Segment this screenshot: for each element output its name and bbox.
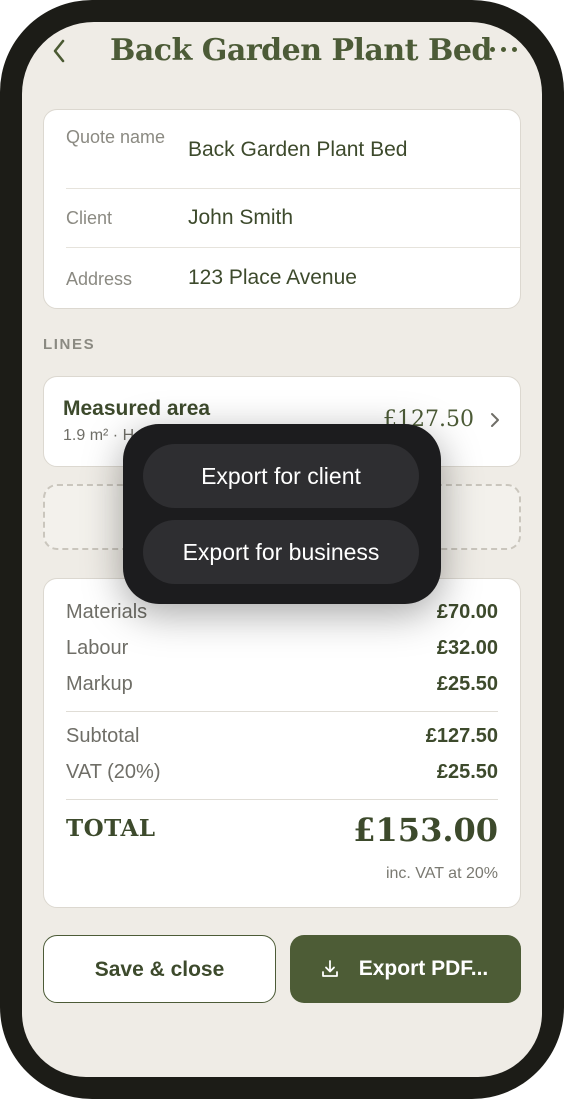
vat-value: £25.50 — [436, 761, 498, 783]
vat-label: VAT (20%) — [66, 761, 161, 783]
subtotal-row: Subtotal £127.50 — [66, 725, 498, 751]
export-client-option[interactable]: Export for client — [143, 444, 419, 508]
divider — [66, 711, 498, 712]
page-title: Back Garden Plant Bed — [110, 33, 492, 68]
vat-row: VAT (20%) £25.50 — [66, 761, 498, 787]
divider — [66, 799, 498, 800]
materials-value: £70.00 — [436, 601, 498, 623]
client-value[interactable]: John Smith — [188, 206, 293, 230]
total-value: £153.00 — [353, 811, 498, 849]
export-business-option[interactable]: Export for business — [143, 520, 419, 584]
labour-label: Labour — [66, 637, 129, 659]
subtotal-value: £127.50 — [425, 725, 498, 747]
quote-details-card: Quote name Back Garden Plant Bed Client … — [43, 109, 521, 309]
screen: Back Garden Plant Bed Quote name Back Ga… — [22, 22, 542, 1077]
chevron-left-icon[interactable] — [48, 36, 70, 66]
materials-row: Materials £70.00 — [66, 601, 498, 627]
save-close-label: Save & close — [94, 958, 225, 981]
client-row[interactable]: Client John Smith — [44, 189, 520, 247]
labour-row: Labour £32.00 — [66, 637, 498, 663]
labour-value: £32.00 — [436, 637, 498, 659]
address-label: Address — [66, 269, 133, 289]
export-pdf-label: Export PDF... — [358, 957, 489, 980]
ellipsis-icon[interactable] — [488, 44, 520, 56]
chevron-right-icon — [490, 411, 500, 429]
address-row[interactable]: Address 123 Place Avenue — [44, 248, 520, 308]
device-frame: Back Garden Plant Bed Quote name Back Ga… — [0, 0, 564, 1099]
quote-name-label: Quote name — [66, 127, 166, 147]
materials-label: Materials — [66, 601, 148, 623]
line-subtitle: 1.9 m² · H — [63, 427, 135, 444]
export-menu: Export for client Export for business — [123, 424, 441, 604]
save-close-button[interactable]: Save & close — [43, 935, 276, 1003]
markup-label: Markup — [66, 673, 133, 695]
client-label: Client — [66, 208, 113, 228]
vat-note: inc. VAT at 20% — [385, 865, 498, 882]
lines-section-label: LINES — [43, 336, 96, 353]
total-label: TOTAL — [66, 815, 156, 842]
subtotal-label: Subtotal — [66, 725, 140, 747]
export-pdf-button[interactable]: Export PDF... — [290, 935, 521, 1003]
quote-name-value[interactable]: Back Garden Plant Bed — [188, 138, 407, 162]
totals-card: Materials £70.00 Labour £32.00 Markup £2… — [43, 578, 521, 908]
markup-row: Markup £25.50 — [66, 673, 498, 699]
markup-value: £25.50 — [436, 673, 498, 695]
nav-bar: Back Garden Plant Bed — [22, 22, 542, 88]
address-value[interactable]: 123 Place Avenue — [188, 266, 357, 290]
quote-name-row[interactable]: Quote name Back Garden Plant Bed — [44, 110, 520, 188]
line-title: Measured area — [63, 397, 211, 420]
